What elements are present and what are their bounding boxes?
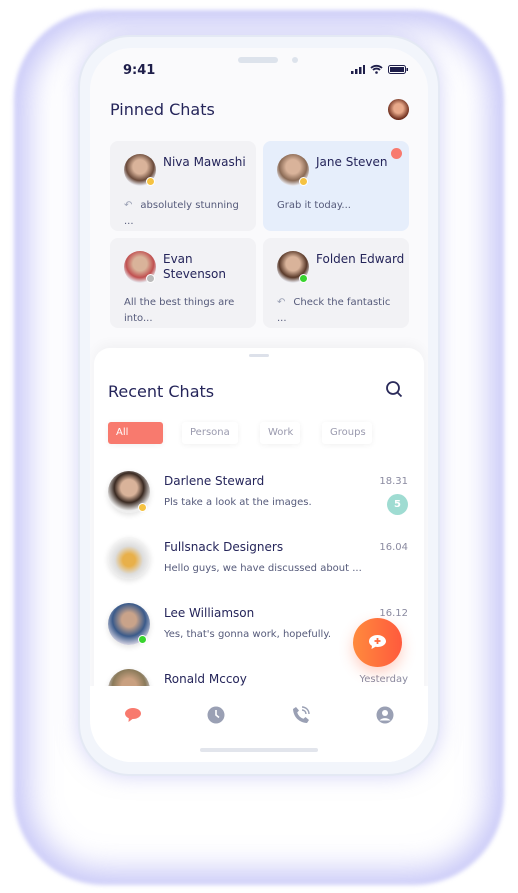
preview-text: absolutely stunning ... [124, 200, 239, 227]
avatar [108, 537, 150, 579]
chat-preview: All the best things are into... [124, 295, 249, 327]
nav-profile[interactable] [376, 706, 394, 724]
chat-preview: Yes, that's gonna work, hopefully. [164, 629, 331, 640]
pinned-title: Pinned Chats [110, 100, 215, 119]
chat-name: Niva Mawashi [163, 155, 246, 169]
speaker [238, 57, 278, 63]
filter-work[interactable]: Work [260, 422, 300, 444]
chat-preview: Hello guys, we have discussed about ... [164, 563, 362, 574]
reply-icon: ↶ [124, 200, 133, 211]
chat-name: Fullsnack Designers [164, 540, 284, 554]
nav-calls[interactable] [292, 706, 310, 724]
chat-preview: ↶ Check the fantastic ... [277, 295, 402, 327]
chat-name: Evan Stevenson [163, 252, 226, 281]
status-dot [299, 274, 308, 283]
preview-text: Check the fantastic ... [277, 297, 391, 324]
pinned-chat-card[interactable]: Niva Mawashi ↶ absolutely stunning ... [110, 141, 256, 231]
pinned-chat-card[interactable]: Folden Edward ↶ Check the fantastic ... [263, 238, 409, 328]
chats-icon [125, 708, 141, 722]
wifi-icon [370, 64, 383, 74]
chat-preview: Pls take a look at the images. [164, 497, 312, 508]
chat-preview: ↶ absolutely stunning ... [124, 198, 249, 230]
nav-chats[interactable] [124, 706, 142, 724]
camera [292, 57, 298, 63]
chat-time: 16.04 [379, 542, 408, 553]
phone-screen: 9:41 Pinned Chats Niva Mawashi ↶ absolute… [90, 48, 428, 762]
user-avatar[interactable] [388, 99, 409, 120]
chat-time: Yesterday [359, 674, 408, 685]
status-time: 9:41 [123, 63, 156, 78]
battery-icon [388, 65, 408, 74]
chat-name: Darlene Steward [164, 474, 265, 488]
chat-name: Jane Steven [316, 155, 388, 169]
chat-name: Folden Edward [316, 252, 405, 266]
chat-row[interactable]: Fullsnack Designers Hello guys, we have … [94, 537, 424, 603]
filter-personal[interactable]: Persona [182, 422, 238, 444]
signal-icon [351, 65, 365, 74]
chat-name: Ronald Mccoy [164, 672, 247, 686]
preview-text: All the best things are into... [124, 297, 235, 324]
chat-name: Lee Williamson [164, 606, 255, 620]
preview-text: Grab it today... [277, 200, 351, 211]
filter-groups[interactable]: Groups [322, 422, 372, 444]
drag-handle[interactable] [249, 354, 269, 357]
chat-preview: Grab it today... [277, 198, 402, 214]
chat-time: 18.31 [379, 476, 408, 487]
bottom-nav [90, 686, 428, 762]
unread-badge: 5 [387, 494, 408, 515]
filter-all[interactable]: All [108, 422, 163, 444]
status-dot [299, 177, 308, 186]
new-chat-button[interactable] [353, 618, 402, 667]
chat-plus-icon [369, 635, 386, 649]
reply-icon: ↶ [277, 297, 286, 308]
chat-row[interactable]: Darlene Steward Pls take a look at the i… [94, 471, 424, 537]
status-dot [146, 274, 155, 283]
status-icons [351, 64, 408, 74]
unread-dot [391, 148, 402, 159]
phone-icon [293, 706, 310, 723]
home-indicator [200, 748, 318, 752]
pinned-chat-card[interactable]: Evan Stevenson All the best things are i… [110, 238, 256, 328]
status-dot [138, 503, 147, 512]
status-dot [146, 177, 155, 186]
nav-history[interactable] [207, 706, 225, 724]
clock-icon [207, 706, 225, 724]
search-icon[interactable] [385, 380, 403, 398]
status-dot [138, 635, 147, 644]
recent-title: Recent Chats [108, 382, 215, 401]
profile-icon [376, 706, 394, 724]
pinned-chat-card[interactable]: Jane Steven Grab it today... [263, 141, 409, 231]
chat-time: 16.12 [379, 608, 408, 619]
